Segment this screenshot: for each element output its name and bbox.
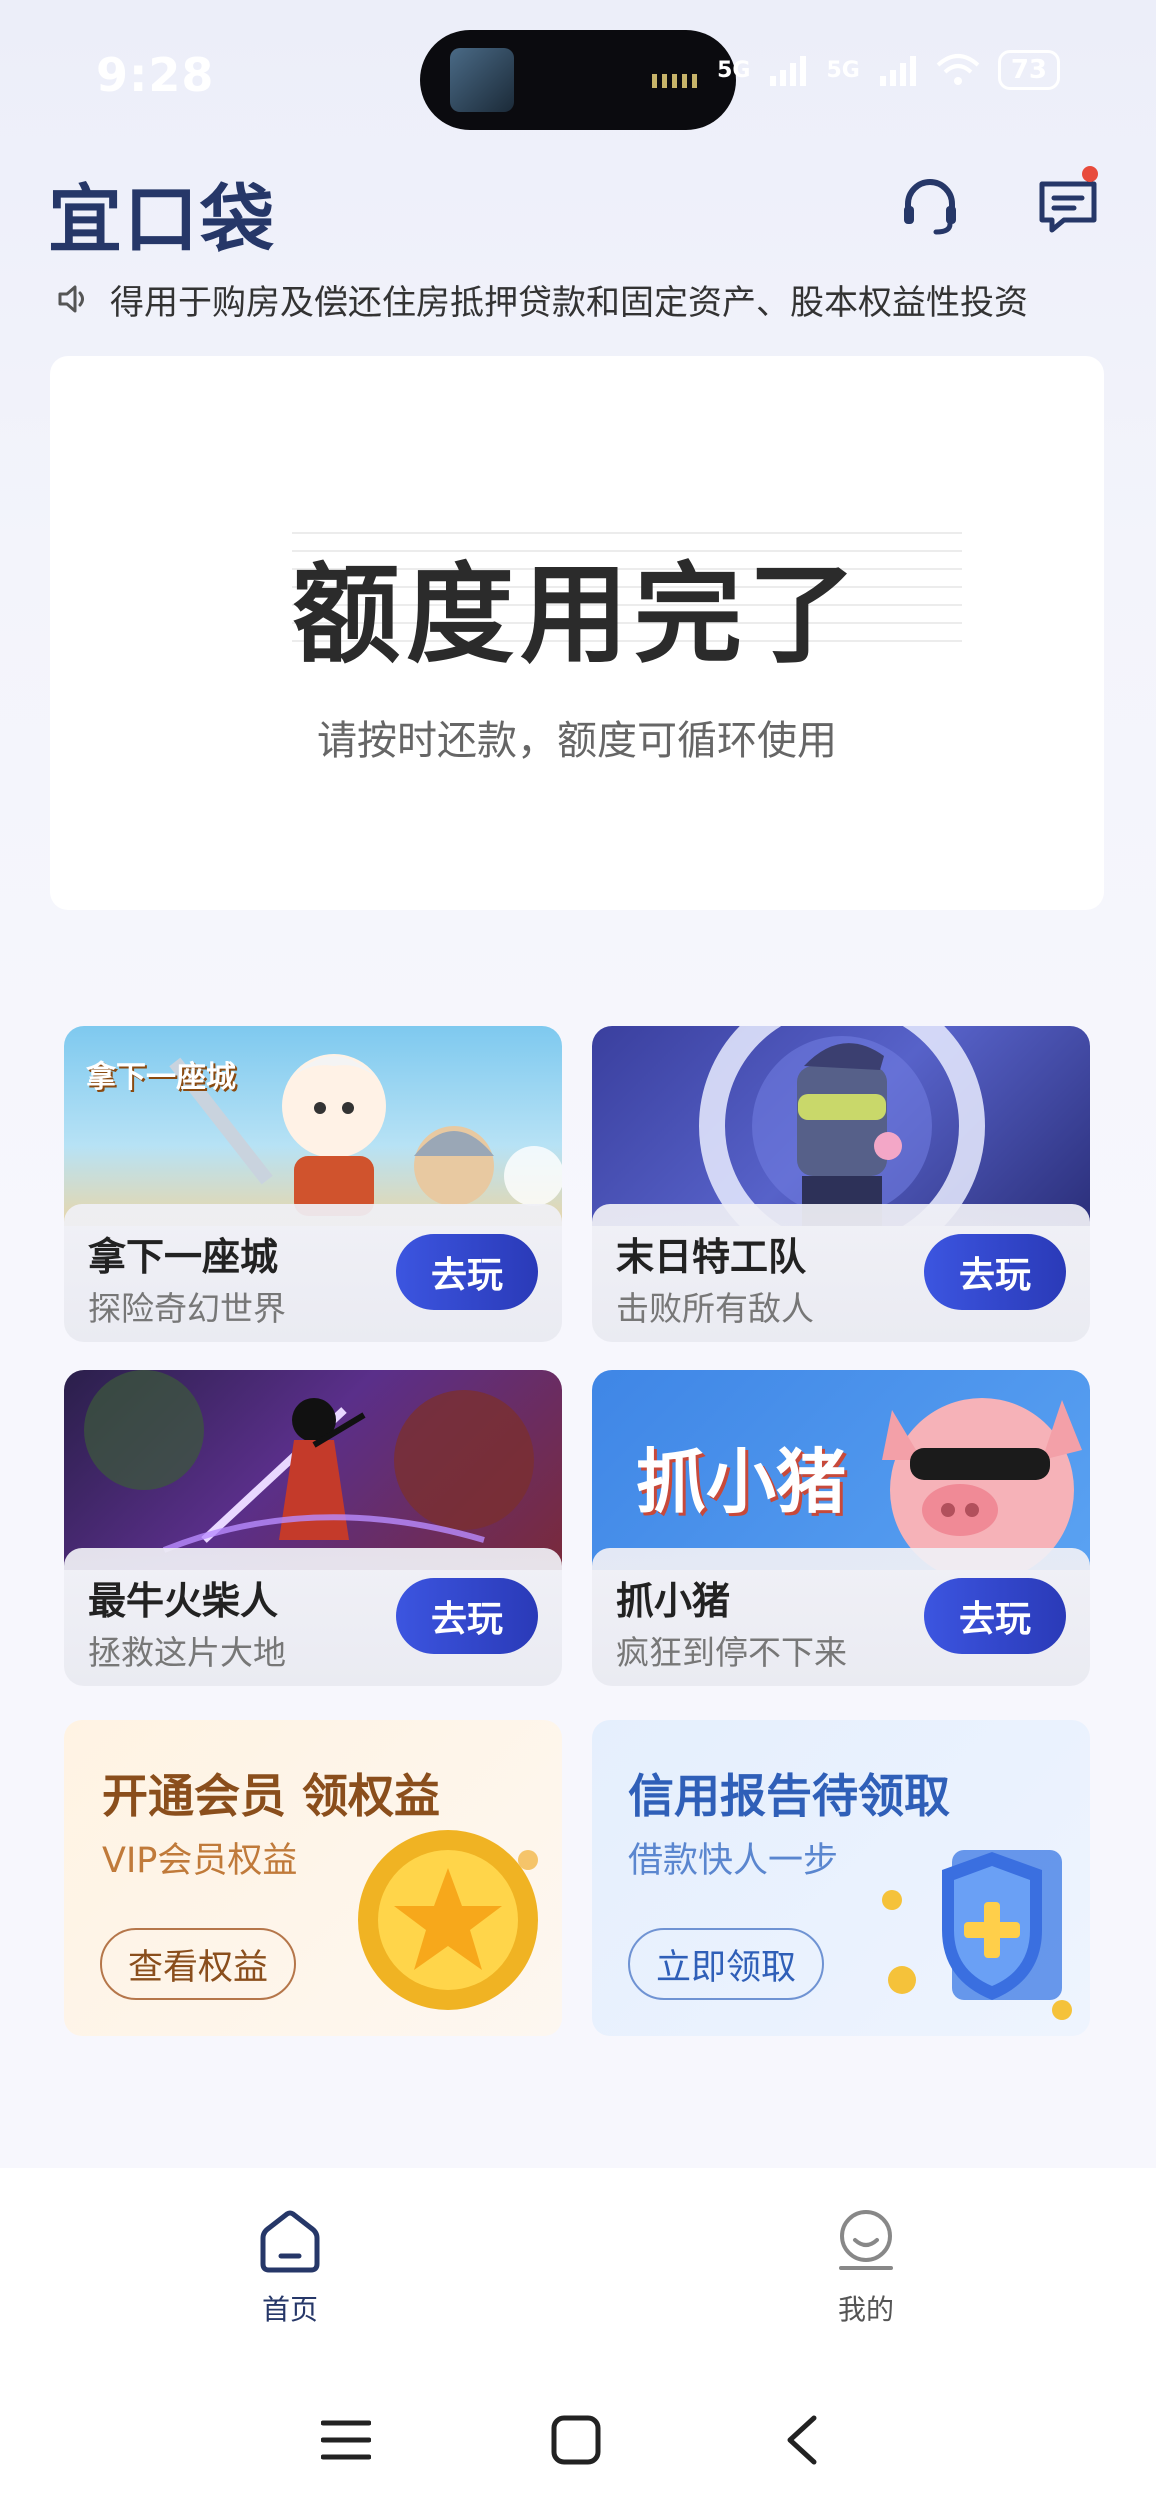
play-button[interactable]: 去玩 bbox=[924, 1578, 1066, 1654]
back-arrow-icon bbox=[787, 2415, 817, 2465]
wifi-icon bbox=[936, 54, 980, 85]
game-description: 拯救这片大地 bbox=[88, 1633, 286, 1672]
game-title-art: 拿下一座城 bbox=[86, 1060, 236, 1095]
battery-indicator: 73 bbox=[997, 50, 1060, 90]
system-nav-bar bbox=[0, 2358, 1156, 2510]
unread-badge bbox=[1082, 166, 1098, 182]
speaker-icon bbox=[58, 285, 84, 313]
game-name: 抓小猪 bbox=[616, 1579, 731, 1623]
status-indicators: 5G 5G 73 bbox=[717, 50, 1060, 90]
game-card-1[interactable]: 拿下一座城 拿下一座城 探险奇幻世界 去玩 bbox=[64, 1026, 562, 1342]
game-description: 击败所有敌人 bbox=[616, 1289, 814, 1328]
home-icon bbox=[260, 2210, 320, 2273]
quota-card: 额度用完了 请按时还款，额度可循环使用 bbox=[50, 356, 1104, 910]
game-description: 疯狂到停不下来 bbox=[616, 1633, 847, 1672]
dynamic-island[interactable] bbox=[420, 30, 736, 130]
credit-report-promo-card[interactable]: 信用报告待领取 借款快人一步 立即领取 bbox=[592, 1720, 1090, 2036]
game-name: 末日特工队 bbox=[616, 1235, 807, 1279]
game-info: 末日特工队 击败所有敌人 去玩 bbox=[592, 1204, 1090, 1342]
game-info: 拿下一座城 探险奇幻世界 去玩 bbox=[64, 1204, 562, 1342]
tab-home-label: 首页 bbox=[261, 2293, 318, 2326]
agent-illustration bbox=[699, 1026, 985, 1269]
gold-coin-icon bbox=[358, 1830, 538, 2010]
network-label-2: 5G bbox=[826, 57, 860, 83]
game-name: 拿下一座城 bbox=[88, 1235, 279, 1279]
credit-promo-title: 信用报告待领取 bbox=[628, 1769, 950, 1823]
signal-icon-2 bbox=[879, 56, 916, 86]
notice-bar[interactable]: 得用于购房及偿还住房抵押贷款和固定资产、股本权益性投资 bbox=[56, 276, 1106, 322]
game-card-4[interactable]: 抓小猪 抓小猪 疯狂到停不下来 去玩 bbox=[592, 1370, 1090, 1686]
view-benefits-button[interactable]: 查看权益 bbox=[100, 1928, 297, 2000]
messages-button[interactable] bbox=[1030, 166, 1106, 244]
play-button[interactable]: 去玩 bbox=[396, 1234, 538, 1310]
play-button[interactable]: 去玩 bbox=[396, 1578, 538, 1654]
status-time: 9:28 bbox=[96, 48, 215, 102]
home-button[interactable] bbox=[546, 2410, 606, 2470]
game-card-3[interactable]: 最牛火柴人 拯救这片大地 去玩 bbox=[64, 1370, 562, 1686]
square-icon bbox=[551, 2415, 601, 2465]
customer-service-button[interactable] bbox=[892, 168, 968, 244]
play-button[interactable]: 去玩 bbox=[924, 1234, 1066, 1310]
audio-wave-icon bbox=[652, 74, 702, 88]
media-thumbnail bbox=[450, 48, 514, 112]
game-artwork: 拿下一座城 bbox=[64, 1026, 562, 1226]
game-name: 最牛火柴人 bbox=[88, 1579, 279, 1623]
notice-text: 得用于购房及偿还住房抵押贷款和固定资产、股本权益性投资 bbox=[110, 282, 1028, 323]
game-artwork: 抓小猪 bbox=[592, 1370, 1090, 1582]
status-bar: 9:28 5G 5G 73 bbox=[0, 0, 1156, 150]
message-icon bbox=[1039, 181, 1097, 233]
game-card-2[interactable]: 末日特工队 击败所有敌人 去玩 bbox=[592, 1026, 1090, 1342]
recent-apps-button[interactable] bbox=[316, 2410, 376, 2470]
profile-icon bbox=[839, 2210, 893, 2270]
vip-promo-title: 开通会员 领权益 bbox=[102, 1769, 441, 1823]
game-title-art: 抓小猪 bbox=[636, 1441, 846, 1523]
claim-now-button[interactable]: 立即领取 bbox=[628, 1928, 825, 2000]
game-artwork bbox=[64, 1370, 562, 1570]
tab-mine[interactable]: 我的 bbox=[806, 2208, 926, 2328]
quota-subtitle: 请按时还款，额度可循环使用 bbox=[317, 718, 837, 764]
game-info: 最牛火柴人 拯救这片大地 去玩 bbox=[64, 1548, 562, 1686]
game-artwork bbox=[592, 1026, 1090, 1269]
stickman-illustration bbox=[84, 1370, 534, 1553]
vip-promo-card[interactable]: 开通会员 领权益 VIP会员权益 查看权益 bbox=[64, 1720, 562, 2036]
back-button[interactable] bbox=[772, 2410, 832, 2470]
headset-icon bbox=[904, 179, 956, 235]
app-logo: 宜口袋 bbox=[48, 177, 276, 263]
quota-status-title: 额度用完了 bbox=[291, 553, 862, 678]
game-description: 探险奇幻世界 bbox=[88, 1289, 286, 1328]
credit-promo-subtitle: 借款快人一步 bbox=[628, 1841, 839, 1881]
vip-promo-subtitle: VIP会员权益 bbox=[102, 1841, 298, 1881]
shield-icon bbox=[882, 1850, 1072, 2020]
tab-mine-label: 我的 bbox=[837, 2293, 894, 2326]
game-info: 抓小猪 疯狂到停不下来 去玩 bbox=[592, 1548, 1090, 1686]
signal-icon bbox=[770, 56, 807, 86]
tab-home[interactable]: 首页 bbox=[230, 2208, 350, 2328]
menu-icon bbox=[321, 2420, 371, 2460]
bottom-tab-bar: 首页 我的 bbox=[0, 2168, 1156, 2358]
network-label-1: 5G bbox=[717, 57, 751, 83]
